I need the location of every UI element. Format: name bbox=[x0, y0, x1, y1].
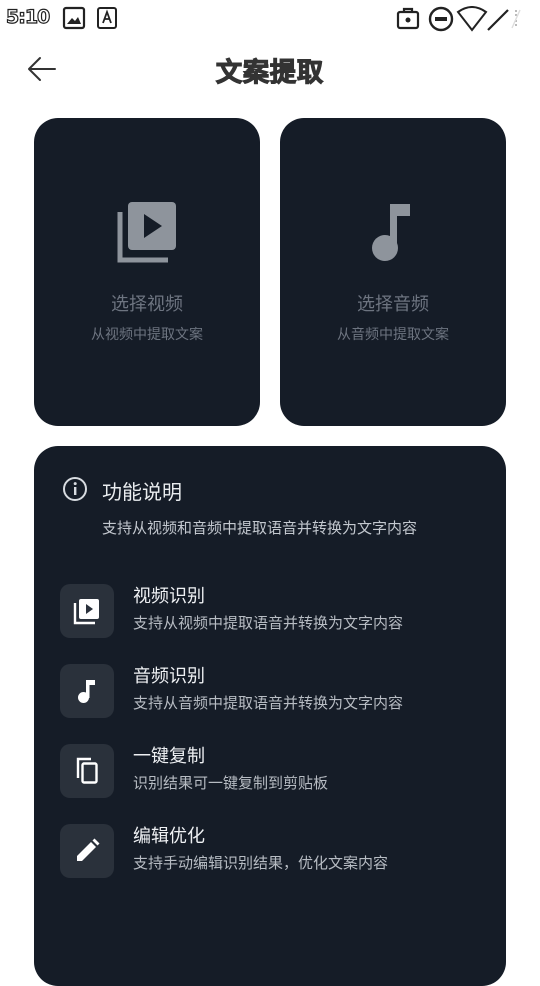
edit-icon bbox=[60, 824, 114, 878]
status-time: 5:10 bbox=[5, 5, 50, 28]
feature-item-title: 一键复制 bbox=[133, 746, 205, 767]
feature-item-title: 编辑优化 bbox=[133, 826, 205, 847]
feature-item-copy: 一键复制 识别结果可一键复制到剪贴板 bbox=[60, 744, 490, 800]
select-video-title: 选择视频 bbox=[111, 294, 183, 315]
select-video-subtitle: 从视频中提取文案 bbox=[91, 327, 203, 343]
feature-item-video: 视频识别 支持从视频中提取语音并转换为文字内容 bbox=[60, 584, 490, 640]
music-note-icon bbox=[60, 664, 114, 718]
bag-icon bbox=[396, 6, 420, 34]
font-icon bbox=[96, 6, 118, 34]
feature-description: 支持从视频和音频中提取语音并转换为文字内容 bbox=[102, 519, 418, 537]
feature-item-audio: 音频识别 支持从音频中提取语音并转换为文字内容 bbox=[60, 664, 490, 720]
copy-icon bbox=[60, 744, 114, 798]
feature-item-desc: 支持手动编辑识别结果，优化文案内容 bbox=[133, 854, 389, 872]
feature-item-title: 音频识别 bbox=[133, 666, 205, 687]
video-icon bbox=[60, 584, 114, 638]
feature-panel: 功能说明 支持从视频和音频中提取语音并转换为文字内容 视频识别 支持从视频中提取… bbox=[34, 446, 506, 986]
select-video-card[interactable]: 选择视频 从视频中提取文案 bbox=[34, 118, 260, 426]
wifi-icon bbox=[456, 6, 488, 36]
gallery-icon bbox=[62, 6, 86, 34]
select-audio-card[interactable]: 选择音频 从音频中提取文案 bbox=[280, 118, 506, 426]
feature-item-desc: 支持从音频中提取语音并转换为文字内容 bbox=[133, 694, 404, 712]
video-library-icon bbox=[34, 202, 260, 264]
info-icon bbox=[62, 476, 88, 506]
feature-title: 功能说明 bbox=[102, 480, 182, 504]
music-note-icon bbox=[280, 202, 506, 264]
page-title: 文案提取 bbox=[215, 57, 324, 88]
feature-item-edit: 编辑优化 支持手动编辑识别结果，优化文案内容 bbox=[60, 824, 490, 880]
feature-item-title: 视频识别 bbox=[133, 586, 205, 607]
select-audio-title: 选择音频 bbox=[357, 294, 429, 315]
dnd-icon bbox=[428, 6, 454, 36]
status-bar: 5:10 bbox=[0, 0, 540, 36]
signal-icon bbox=[486, 6, 534, 36]
feature-item-desc: 识别结果可一键复制到剪贴板 bbox=[133, 774, 329, 792]
select-audio-subtitle: 从音频中提取文案 bbox=[337, 327, 449, 343]
feature-item-desc: 支持从视频中提取语音并转换为文字内容 bbox=[133, 614, 404, 632]
